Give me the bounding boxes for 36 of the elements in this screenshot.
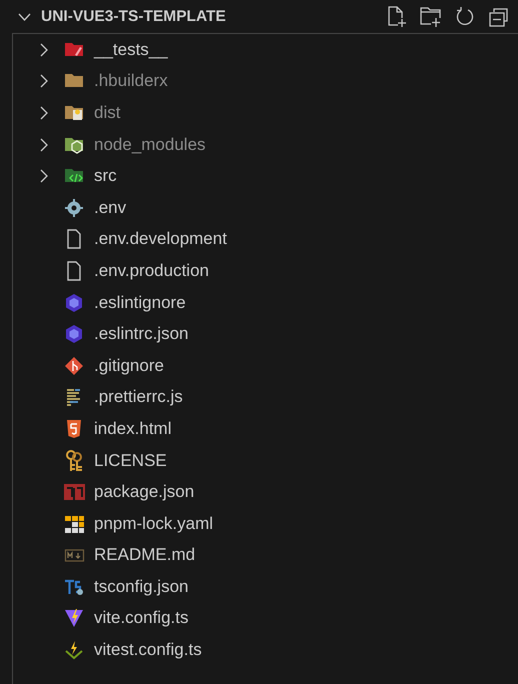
- refresh-icon: [455, 6, 475, 26]
- chevron-icon[interactable]: [39, 42, 49, 57]
- chevron-icon[interactable]: [18, 12, 31, 22]
- folder-name[interactable]: node_modules: [94, 134, 206, 155]
- folder-name[interactable]: src: [94, 166, 117, 186]
- file-name[interactable]: .env: [94, 198, 126, 218]
- chevron-icon[interactable]: [39, 138, 49, 152]
- file-name[interactable]: LICENSE: [94, 450, 167, 471]
- file-name[interactable]: pnpm-lock.yaml: [94, 514, 214, 534]
- folder-name[interactable]: dist: [94, 102, 120, 123]
- file-name[interactable]: tsconfig.json: [94, 576, 188, 597]
- file-name[interactable]: vite.config.ts: [94, 608, 188, 628]
- keys-icon: [64, 448, 85, 473]
- chevron-icon[interactable]: [39, 169, 49, 184]
- collapse-all-button[interactable]: [488, 6, 510, 28]
- file-name[interactable]: .eslintrc.json: [94, 324, 188, 344]
- file-name[interactable]: vitest.config.ts: [94, 640, 202, 660]
- explorer-title: UNI-VUE3-TS-TEMPLATE: [41, 8, 227, 26]
- folder-name[interactable]: .hbuilderx: [94, 71, 168, 92]
- file-name[interactable]: .env.development: [94, 229, 227, 250]
- chevron-icon[interactable]: [39, 74, 49, 88]
- file-name[interactable]: package.json: [94, 482, 194, 502]
- new-folder-button[interactable]: [420, 6, 442, 28]
- file-name[interactable]: .env.production: [94, 260, 209, 281]
- new-file-button[interactable]: [386, 6, 408, 28]
- file-name[interactable]: .gitignore: [94, 356, 164, 376]
- file-name[interactable]: .eslintignore: [94, 292, 186, 313]
- file-name[interactable]: .prettierrc.js: [94, 387, 183, 408]
- chevron-icon[interactable]: [39, 106, 49, 120]
- new-file-icon: [387, 6, 407, 28]
- new-folder-icon: [420, 6, 442, 28]
- file-name[interactable]: README.md: [94, 545, 196, 566]
- collapse-all-icon: [489, 6, 509, 26]
- refresh-button[interactable]: [454, 6, 476, 28]
- folder-name[interactable]: __tests__: [94, 40, 168, 60]
- file-name[interactable]: index.html: [94, 418, 172, 439]
